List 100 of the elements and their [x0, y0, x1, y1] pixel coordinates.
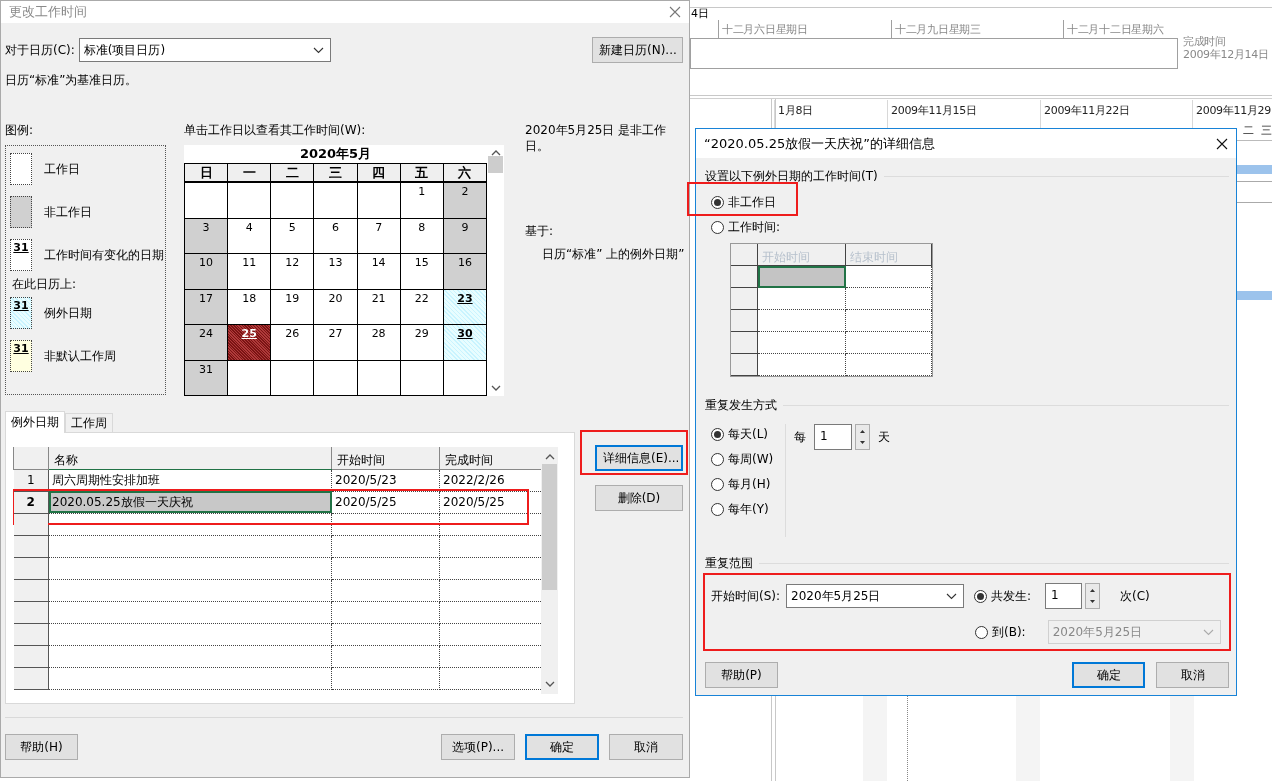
column-header[interactable]: 名称 [48, 447, 332, 469]
calendar-day[interactable]: 30 [443, 325, 486, 360]
radio-button[interactable]: 每天(L) [711, 424, 785, 444]
day-letter: 二 [1243, 123, 1254, 138]
number-field[interactable]: 1 [814, 424, 852, 450]
legend-heading: 在此日历上: [12, 276, 78, 290]
calendar-day[interactable]: 31 [185, 360, 228, 395]
start-date-dropdown[interactable]: 2020年5月25日 [786, 584, 964, 608]
calendar-day[interactable]: 26 [271, 325, 314, 360]
radio-button[interactable]: 每年(Y) [711, 499, 785, 519]
based-on-label: 基于: [525, 223, 555, 240]
calendar-day[interactable]: 19 [271, 289, 314, 324]
table-cell: 2020/5/23 [331, 469, 440, 491]
group-label: 设置以下例外日期的工作时间(T) [705, 168, 878, 185]
number-field[interactable]: 1 [1045, 583, 1083, 609]
weekday-header: 二 [271, 164, 314, 182]
calendar-day[interactable]: 29 [400, 325, 443, 360]
calendar-day[interactable]: 2 [443, 183, 486, 218]
column-header[interactable]: 开始时间 [331, 447, 440, 469]
calendar-day[interactable]: 3 [185, 218, 228, 253]
field-label: 开始时间(S): [711, 587, 782, 605]
calendar-day[interactable]: 15 [400, 254, 443, 289]
dialog-button[interactable]: 选项(P)... [441, 734, 515, 760]
dialog-button[interactable]: 帮助(H) [5, 734, 78, 760]
week-label: 1月8日 [778, 103, 813, 118]
calendar-day[interactable]: 22 [400, 289, 443, 324]
radio-button[interactable]: 每月(H) [711, 474, 785, 494]
timescale-label: 十二月九日星期三 [895, 22, 981, 37]
legend-label: 例外日期 [44, 304, 92, 322]
calendar-dropdown[interactable]: 标准(项目日历) [78, 38, 331, 62]
dialog-button[interactable]: 确定 [1072, 662, 1145, 688]
calendar-day[interactable]: 4 [228, 218, 271, 253]
legend-label: 工作时间有变化的日期 [44, 246, 164, 264]
calendar-day[interactable]: 10 [185, 254, 228, 289]
week-label: 2009年11月22日 [1044, 103, 1130, 118]
calendar-day[interactable]: 17 [185, 289, 228, 324]
calendar-day[interactable]: 24 [185, 325, 228, 360]
timescale-label: 十二月十二日星期六 [1067, 22, 1164, 37]
radio-button[interactable]: 非工作日 [711, 192, 776, 212]
calendar-day[interactable]: 20 [314, 289, 357, 324]
new-calendar-button[interactable]: 新建日历(N)... [592, 37, 683, 63]
week-label: 2009年11月15日 [891, 103, 977, 118]
tab[interactable]: 工作周 [65, 413, 113, 432]
calendar-day[interactable]: 6 [314, 218, 357, 253]
calendar-day[interactable]: 16 [443, 254, 486, 289]
side-button[interactable]: 删除(D) [595, 485, 683, 511]
unit-label: 天 [878, 429, 890, 446]
finish-label: 完成时间 [1183, 34, 1226, 49]
calendar-day[interactable]: 5 [271, 218, 314, 253]
week-label: 2009年11月29 [1196, 103, 1271, 118]
tab[interactable]: 例外日期 [5, 411, 65, 433]
dialog-button[interactable]: 帮助(P) [705, 662, 778, 688]
calendar-day[interactable]: 11 [228, 254, 271, 289]
dialog-button[interactable]: 确定 [525, 734, 599, 760]
group-label: 重复发生方式 [705, 397, 777, 414]
legend-swatch: 31 [10, 239, 32, 271]
calendar-day[interactable]: 27 [314, 325, 357, 360]
every-label: 每 [794, 429, 806, 446]
legend-label: 非工作日 [44, 203, 92, 221]
calendar-day[interactable]: 18 [228, 289, 271, 324]
calendar-day[interactable]: 1 [400, 183, 443, 218]
calendar-day[interactable]: 28 [357, 325, 400, 360]
calendar-day[interactable]: 25 [228, 325, 271, 360]
dialog-button[interactable]: 取消 [609, 734, 683, 760]
base-calendar-note: 日历“标准”为基准日历。 [5, 72, 139, 89]
calendar-label: 单击工作日以查看其工作时间(W): [184, 122, 367, 139]
weekday-header: 六 [443, 164, 486, 182]
day-letter: 三 [1261, 123, 1272, 138]
group-label: 重复范围 [705, 555, 753, 572]
weekday-header: 三 [314, 164, 357, 182]
calendar-day[interactable]: 14 [357, 254, 400, 289]
unit-label: 次(C) [1120, 587, 1150, 605]
calendar-day[interactable]: 8 [400, 218, 443, 253]
calendar-day[interactable]: 7 [357, 218, 400, 253]
legend-label: 工作日 [44, 160, 80, 178]
legend-swatch: 31 [10, 340, 32, 372]
radio-button[interactable]: 到(B): [975, 622, 1026, 642]
dialog-button[interactable]: 取消 [1156, 662, 1229, 688]
radio-button[interactable]: 工作时间: [711, 217, 781, 237]
weekday-header: 日 [185, 164, 228, 182]
radio-button[interactable]: 每周(W) [711, 449, 785, 469]
calendar-day[interactable]: 13 [314, 254, 357, 289]
based-on-text: 日历“标准” 上的例外日期” [542, 246, 685, 263]
radio-button[interactable]: 共发生: [974, 586, 1032, 606]
window-title: 更改工作时间 [9, 3, 87, 21]
calendar-day[interactable]: 9 [443, 218, 486, 253]
finish-date: 2009年12月14日 [1183, 47, 1269, 62]
calendar-day[interactable]: 21 [357, 289, 400, 324]
weekday-header: 五 [400, 164, 443, 182]
legend-swatch: 31 [10, 297, 32, 329]
legend-label: 非默认工作周 [44, 347, 116, 365]
calendar-day[interactable]: 12 [271, 254, 314, 289]
timescale-label: 十二月六日星期日 [722, 22, 808, 37]
calendar-day[interactable]: 23 [443, 289, 486, 324]
legend-title: 图例: [5, 122, 35, 139]
field-label: 对于日历(C): [5, 41, 75, 59]
month-title: 2020年5月 [298, 145, 373, 163]
table-cell: 2020.05.25放假一天庆祝 [48, 491, 332, 513]
window-title: “2020.05.25放假一天庆祝”的详细信息 [704, 134, 935, 153]
side-button[interactable]: 详细信息(E)... [595, 445, 683, 471]
